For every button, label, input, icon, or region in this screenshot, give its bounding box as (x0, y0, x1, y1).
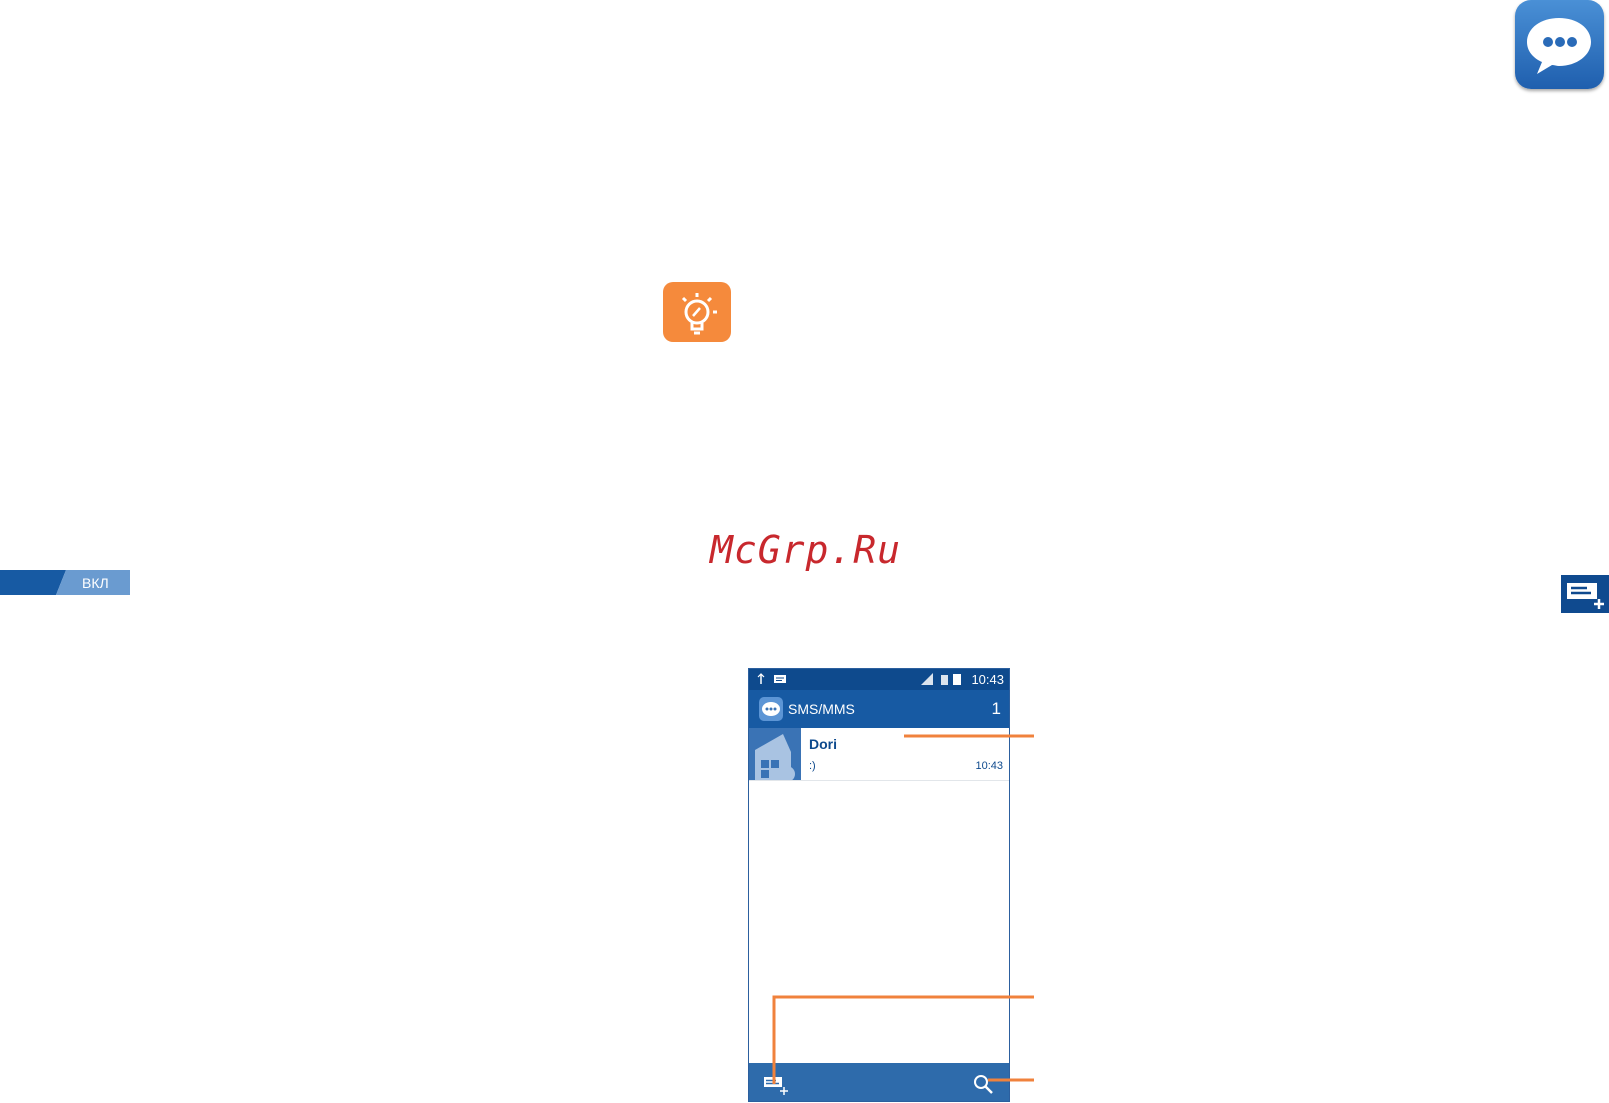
tab-label: ВКЛ (82, 575, 109, 591)
messaging-app-icon[interactable] (759, 697, 783, 721)
conversation-list-item[interactable]: Dori :) 10:43 (749, 728, 1009, 781)
message-time: 10:43 (975, 760, 1003, 772)
lightbulb-tip-icon (663, 282, 731, 342)
app-action-bar: SMS/MMS 1 (749, 690, 1009, 728)
bottom-action-bar (749, 1063, 1009, 1101)
messaging-app-icon (1515, 0, 1604, 89)
contact-name: Dori (809, 736, 837, 752)
status-bar: 10:43 (749, 669, 1009, 690)
status-notification-icons (757, 673, 786, 684)
toggle-on-tab: ВКЛ (0, 570, 130, 595)
message-snippet: :) (809, 760, 816, 772)
signal-battery-icons (921, 673, 961, 685)
search-icon[interactable] (971, 1072, 995, 1096)
unread-count: 1 (991, 699, 1001, 718)
watermark-text: McGrp.Ru (710, 528, 902, 572)
new-message-icon (1561, 575, 1609, 613)
status-time: 10:43 (971, 672, 1004, 687)
new-message-icon[interactable] (763, 1074, 789, 1096)
contact-avatar (749, 728, 801, 780)
phone-screenshot: 10:43 SMS/MMS 1 Dori :) 10:43 (748, 668, 1010, 1102)
app-title: SMS/MMS (788, 701, 855, 717)
